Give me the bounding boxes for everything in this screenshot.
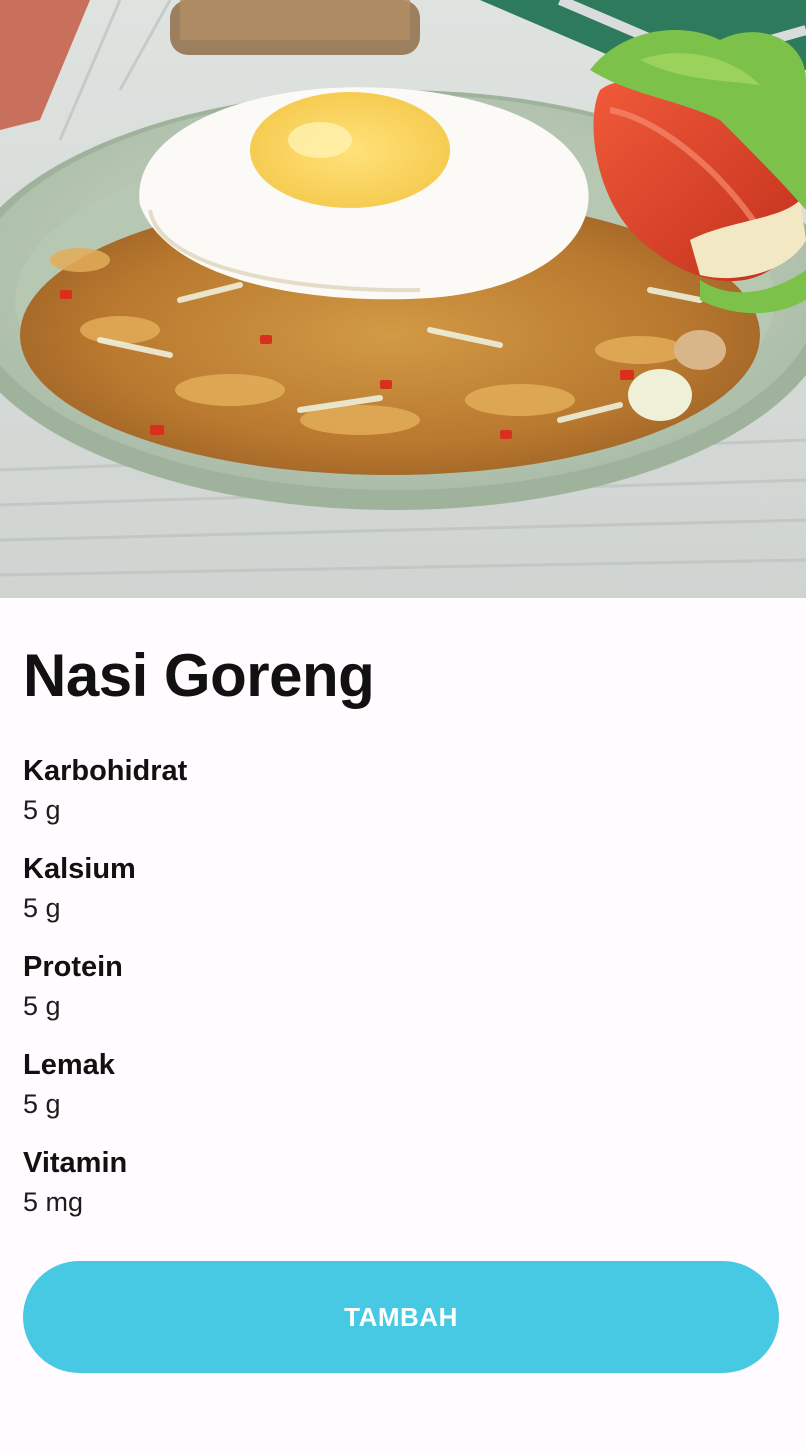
nutrient-value: 5 g [23, 795, 61, 825]
nutrient-item-protein: Protein 5 g [23, 947, 723, 1045]
add-button[interactable]: TAMBAH [23, 1261, 779, 1373]
nutrient-value: 5 g [23, 1089, 61, 1119]
nutrient-label: Karbohidrat [23, 755, 188, 787]
nutrient-value: 5 mg [23, 1187, 84, 1217]
nutrient-item-karbohidrat: Karbohidrat 5 g [23, 751, 723, 849]
nutrient-label: Protein [23, 951, 123, 983]
nutrient-label: Lemak [23, 1049, 115, 1081]
food-detail-screen: Nasi Goreng Karbohidrat 5 g Kalsium 5 g … [0, 0, 806, 1454]
nutrient-label: Kalsium [23, 853, 136, 885]
nutrient-item-lemak: Lemak 5 g [23, 1045, 723, 1143]
nutrient-list: Karbohidrat 5 g Kalsium 5 g Protein 5 g … [23, 751, 723, 1241]
nutrient-value: 5 g [23, 991, 61, 1021]
nutrient-label: Vitamin [23, 1147, 128, 1179]
nasi-goreng-image [0, 0, 806, 598]
nutrient-value: 5 g [23, 893, 61, 923]
nutrient-item-vitamin: Vitamin 5 mg [23, 1143, 723, 1241]
food-photo [0, 0, 806, 598]
nutrient-item-kalsium: Kalsium 5 g [23, 849, 723, 947]
food-title: Nasi Goreng [23, 642, 375, 709]
